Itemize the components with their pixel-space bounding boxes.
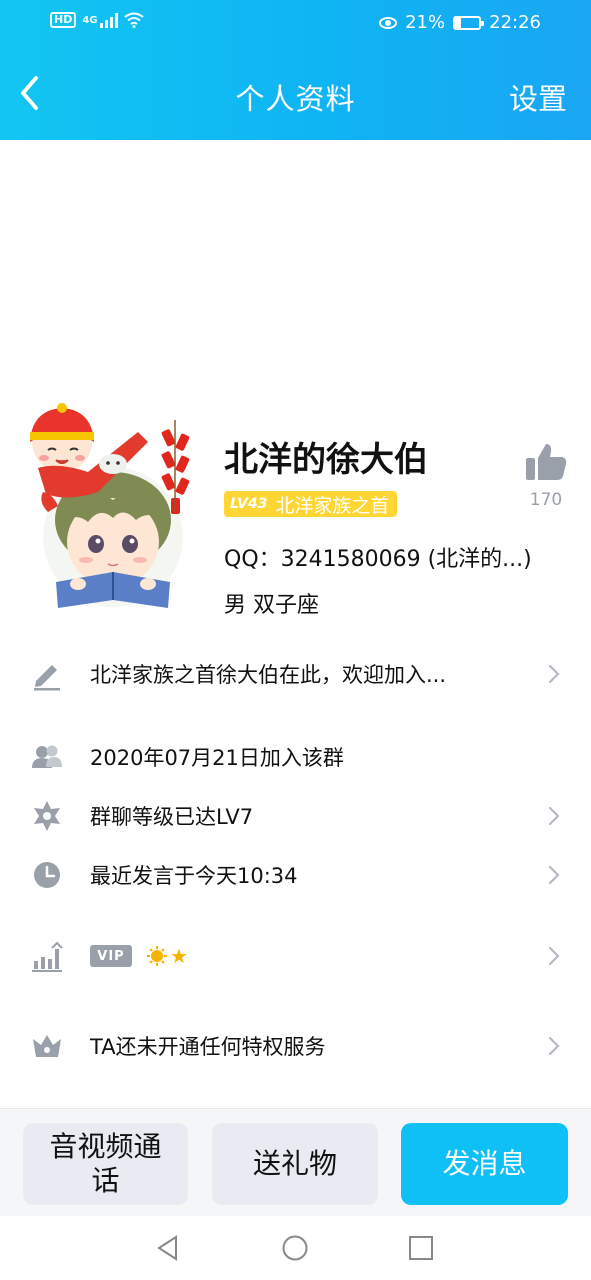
pencil-icon [34, 665, 60, 691]
status-bar: HD 4G 21% 22:26 [0, 0, 591, 48]
header: HD 4G 21% 22:26 个人资料 设置 [0, 0, 591, 140]
nav-home-icon[interactable] [281, 1234, 309, 1262]
level-badge: LV43 [230, 496, 268, 512]
gender-zodiac: 男 双子座 [224, 593, 319, 618]
chevron-right-icon [548, 806, 560, 826]
hd-icon: HD [50, 12, 77, 28]
chevron-right-icon [548, 664, 560, 684]
system-nav-bar [0, 1216, 591, 1280]
page-title: 个人资料 [235, 82, 356, 116]
wifi-icon [123, 12, 144, 28]
group-level-text: 群聊等级已达LV7 [90, 805, 254, 829]
avatar[interactable] [18, 402, 208, 612]
group-members-icon [32, 745, 62, 768]
chevron-right-icon [548, 946, 560, 966]
privilege-row[interactable]: TA还未开通任何特权服务 [0, 1018, 591, 1074]
battery-percent: 21% [405, 12, 446, 33]
network-label: 4G [82, 14, 98, 26]
privilege-text: TA还未开通任何特权服务 [90, 1035, 326, 1059]
last-speak-text: 最近发言于今天10:34 [90, 864, 298, 888]
group-level-row[interactable]: 群聊等级已达LV7 [0, 788, 591, 844]
settings-button[interactable]: 设置 [509, 76, 567, 118]
last-speak-row[interactable]: 最近发言于今天10:34 [0, 847, 591, 903]
clock-icon [34, 862, 60, 888]
send-gift-button[interactable]: 送礼物 [212, 1123, 378, 1205]
qq-number[interactable]: QQ：3241580069 (北洋的...) [224, 541, 532, 573]
sun-badge-icon [146, 945, 168, 972]
clock: 22:26 [489, 12, 541, 33]
star-icon: ★ [170, 944, 188, 968]
thumbs-up-icon[interactable] [524, 442, 568, 482]
video-call-label: 音视频通话 [49, 1130, 162, 1197]
level-tag: LV43 北洋家族之首 [224, 491, 398, 517]
star-badge-icon [34, 801, 60, 831]
signature-row[interactable]: 北洋家族之首徐大伯在此，欢迎加入... [0, 646, 591, 702]
eye-comfort-icon [379, 16, 398, 29]
video-call-button[interactable]: 音视频通话 [23, 1123, 188, 1205]
send-message-button[interactable]: 发消息 [401, 1123, 568, 1205]
nav-recents-icon[interactable] [407, 1234, 435, 1262]
like-count: 170 [529, 490, 563, 510]
group-title: 北洋家族之首 [275, 494, 390, 517]
chevron-right-icon [548, 1036, 560, 1056]
joined-row: 2020年07月21日加入该群 [0, 729, 591, 785]
vip-badge: VIP [90, 945, 132, 967]
nav-back-icon[interactable] [154, 1234, 182, 1262]
joined-text: 2020年07月21日加入该群 [90, 746, 344, 770]
signature-text: 北洋家族之首徐大伯在此，欢迎加入... [90, 663, 447, 687]
signal-icon [99, 12, 118, 28]
nav-bar: 个人资料 设置 [0, 58, 591, 128]
battery-icon [453, 15, 485, 30]
vip-row[interactable]: VIP ★ [0, 928, 591, 984]
profile-name: 北洋的徐大伯 [224, 440, 428, 480]
crown-icon [33, 1035, 61, 1057]
chevron-right-icon [548, 865, 560, 885]
action-bar: 音视频通话 送礼物 发消息 [0, 1108, 591, 1216]
